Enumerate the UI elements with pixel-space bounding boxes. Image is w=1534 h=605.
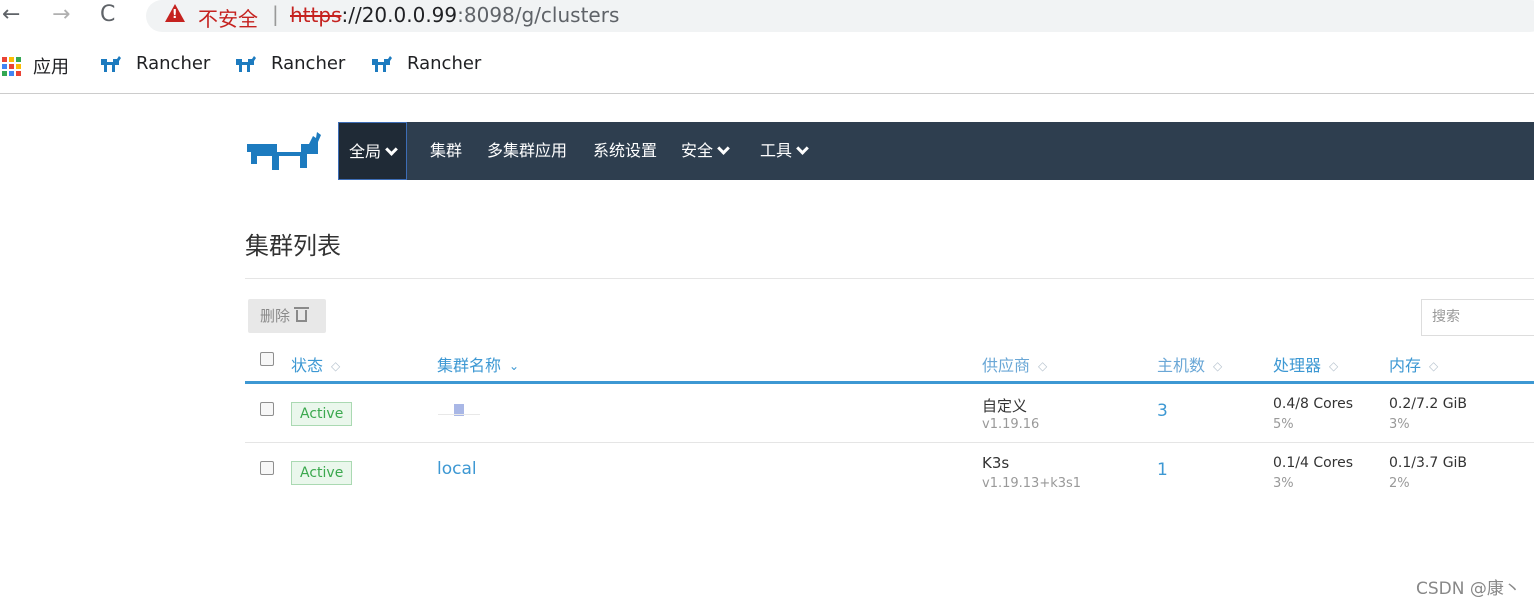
sort-icon: ◇ xyxy=(1429,359,1439,373)
select-all-checkbox[interactable] xyxy=(260,352,274,366)
chevron-down-icon xyxy=(717,142,730,155)
provider-name: K3s xyxy=(982,454,1010,472)
nav-tools-dropdown[interactable]: 工具 xyxy=(760,122,809,180)
col-memory[interactable]: 内存 ◇ xyxy=(1389,352,1438,376)
chevron-down-icon xyxy=(796,142,809,155)
row-checkbox[interactable] xyxy=(260,461,274,475)
cluster-name-link[interactable]: local xyxy=(437,459,477,479)
table-row: Active 自定义 v1.19.16 3 0.4/8 Cores 5% 0.2… xyxy=(245,384,1534,443)
node-count-link[interactable]: 1 xyxy=(1157,460,1168,480)
watermark: CSDN @康丶 xyxy=(1416,579,1521,599)
sort-icon: ◇ xyxy=(1038,359,1048,373)
sort-icon: ◇ xyxy=(331,359,341,373)
table-header: 状态 ◇ 集群名称 ⌄ 供应商 ◇ 主机数 ◇ 处理器 ◇ 内存 ◇ xyxy=(245,346,1534,384)
table-row: Active local K3s v1.19.13+k3s1 1 0.1/4 C… xyxy=(245,443,1534,502)
title-divider xyxy=(245,278,1534,279)
rancher-cow-icon xyxy=(236,55,256,72)
sort-icon: ◇ xyxy=(1213,359,1223,373)
memory-usage: 0.1/3.7 GiB xyxy=(1389,455,1468,471)
insecure-label[interactable]: 不安全 xyxy=(198,3,258,32)
bookmarks-bar: 应用 Rancher Rancher Rancher xyxy=(0,48,1534,82)
memory-usage: 0.2/7.2 GiB xyxy=(1389,396,1468,412)
sort-icon: ◇ xyxy=(1329,359,1339,373)
memory-percent: 2% xyxy=(1389,476,1410,491)
provider-version: v1.19.13+k3s1 xyxy=(982,476,1082,491)
forward-arrow-icon[interactable]: → xyxy=(52,2,70,28)
nav-settings[interactable]: 系统设置 xyxy=(593,122,657,180)
delete-button[interactable]: 删除 xyxy=(248,299,326,333)
col-cpu[interactable]: 处理器 ◇ xyxy=(1273,352,1338,376)
chevron-down-icon xyxy=(385,143,398,156)
nav-global-dropdown[interactable]: 全局 xyxy=(338,122,408,180)
rancher-header: 全局 集群 多集群应用 系统设置 安全 工具 xyxy=(245,122,1534,180)
page-title: 集群列表 xyxy=(245,232,341,260)
cpu-percent: 5% xyxy=(1273,417,1294,432)
search-input[interactable]: 搜索 xyxy=(1421,299,1534,336)
status-badge: Active xyxy=(291,461,353,485)
address-separator: | xyxy=(272,2,279,26)
col-provider[interactable]: 供应商 ◇ xyxy=(982,352,1047,376)
sort-icon: ⌄ xyxy=(509,359,520,373)
rancher-cow-icon xyxy=(101,55,121,72)
top-nav: 全局 集群 多集群应用 系统设置 安全 工具 xyxy=(338,122,1534,180)
row-checkbox[interactable] xyxy=(260,402,274,416)
chrome-divider xyxy=(0,93,1534,94)
browser-toolbar: ← → C ! 不安全 | https://20.0.0.99:8098/g/c… xyxy=(0,0,1534,32)
nav-clusters[interactable]: 集群 xyxy=(430,122,462,180)
nav-multi-cluster-apps[interactable]: 多集群应用 xyxy=(487,122,567,180)
col-nodes[interactable]: 主机数 ◇ xyxy=(1157,352,1222,376)
back-arrow-icon[interactable]: ← xyxy=(2,2,20,28)
apps-grid-icon xyxy=(2,56,21,76)
cluster-name-link[interactable] xyxy=(438,404,480,416)
bookmark-rancher[interactable]: Rancher xyxy=(371,53,481,74)
reload-icon[interactable]: C xyxy=(100,2,115,28)
rancher-cow-icon xyxy=(372,55,392,72)
cpu-usage: 0.1/4 Cores xyxy=(1273,455,1354,471)
bookmark-apps[interactable]: 应用 xyxy=(2,53,69,79)
provider-name: 自定义 xyxy=(982,397,1028,415)
status-badge: Active xyxy=(291,402,353,426)
col-state[interactable]: 状态 ◇ xyxy=(291,352,340,376)
trash-icon xyxy=(294,307,310,322)
warning-icon[interactable]: ! xyxy=(165,4,185,22)
nav-security-dropdown[interactable]: 安全 xyxy=(681,122,730,180)
bookmark-rancher[interactable]: Rancher xyxy=(100,53,210,74)
bookmark-rancher[interactable]: Rancher xyxy=(235,53,345,74)
rancher-logo[interactable] xyxy=(245,130,325,174)
memory-percent: 3% xyxy=(1389,417,1410,432)
url-text[interactable]: https://20.0.0.99:8098/g/clusters xyxy=(290,3,619,27)
provider-version: v1.19.16 xyxy=(982,417,1040,432)
cpu-percent: 3% xyxy=(1273,476,1294,491)
col-name[interactable]: 集群名称 ⌄ xyxy=(437,352,519,376)
cpu-usage: 0.4/8 Cores xyxy=(1273,396,1354,412)
node-count-link[interactable]: 3 xyxy=(1157,401,1168,421)
